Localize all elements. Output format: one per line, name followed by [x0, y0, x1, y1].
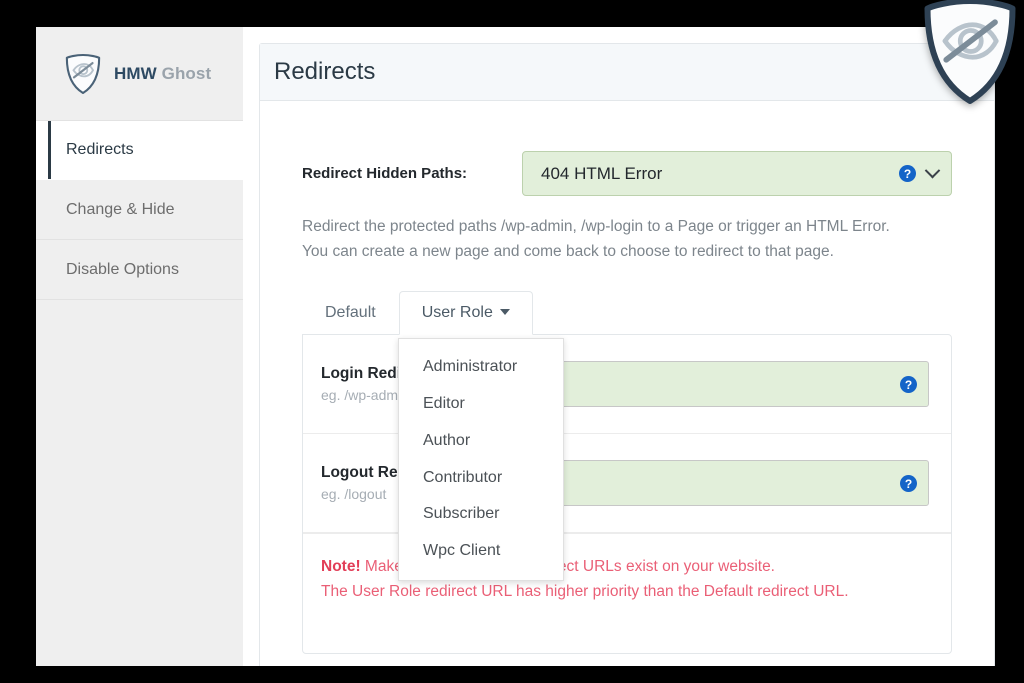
- card-body: Redirect Hidden Paths: 404 HTML Error ?: [260, 101, 994, 655]
- note-line-2: The User Role redirect URL has higher pr…: [321, 583, 849, 601]
- plugin-window: HMW Ghost Redirects Change & Hide Disabl…: [36, 27, 995, 666]
- dropdown-item-editor[interactable]: Editor: [399, 386, 563, 423]
- user-role-dropdown-menu: Administrator Editor Author Contributor …: [398, 338, 564, 581]
- logout-redirect-input[interactable]: [559, 460, 929, 507]
- sidebar-nav: Redirects Change & Hide Disable Options: [36, 120, 243, 300]
- tab-user-role-label: User Role: [421, 304, 493, 322]
- dropdown-item-subscriber[interactable]: Subscriber: [399, 496, 563, 533]
- main-content: Redirects Redirect Hidden Paths: 404 HTM…: [243, 27, 995, 666]
- brand-text: HMW Ghost: [114, 64, 211, 84]
- sidebar: HMW Ghost Redirects Change & Hide Disabl…: [36, 27, 243, 666]
- sidebar-item-redirects[interactable]: Redirects: [36, 120, 243, 180]
- brand-name-light: Ghost: [161, 63, 212, 83]
- dropdown-item-contributor[interactable]: Contributor: [399, 460, 563, 497]
- redirect-description-line-1: Redirect the protected paths /wp-admin, …: [302, 218, 890, 235]
- tabs: Default User Role: [302, 291, 952, 336]
- sidebar-item-label: Change & Hide: [66, 200, 175, 218]
- select-icons: ?: [899, 151, 941, 196]
- redirect-hidden-paths-select[interactable]: 404 HTML Error: [522, 151, 952, 196]
- dropdown-item-administrator[interactable]: Administrator: [399, 349, 563, 386]
- sidebar-item-change-and-hide[interactable]: Change & Hide: [36, 180, 243, 240]
- tab-user-role[interactable]: User Role: [398, 291, 533, 336]
- tab-default[interactable]: Default: [302, 291, 399, 335]
- chevron-down-icon[interactable]: [924, 162, 941, 179]
- tabs-wrap: Default User Role Login Redirect eg. /wp…: [302, 291, 952, 655]
- brand: HMW Ghost: [36, 27, 243, 120]
- screenshot-root: HMW Ghost Redirects Change & Hide Disabl…: [0, 0, 1024, 683]
- sidebar-item-label: Disable Options: [66, 260, 179, 278]
- shield-eye-off-icon: [64, 53, 102, 95]
- brand-name-strong: HMW: [114, 63, 157, 83]
- redirect-hidden-paths-value: 404 HTML Error: [541, 163, 663, 183]
- question-mark-icon[interactable]: ?: [899, 165, 916, 182]
- sidebar-item-disable-options[interactable]: Disable Options: [36, 240, 243, 300]
- redirect-description: Redirect the protected paths /wp-admin, …: [302, 214, 952, 264]
- tab-default-label: Default: [325, 304, 376, 322]
- login-redirect-input-wrap: ?: [559, 361, 929, 408]
- sidebar-item-label: Redirects: [66, 141, 134, 158]
- logout-redirect-input-wrap: ?: [559, 460, 929, 507]
- note-strong: Note!: [321, 558, 361, 576]
- redirects-card: Redirects Redirect Hidden Paths: 404 HTM…: [259, 43, 995, 666]
- redirect-hidden-paths-label: Redirect Hidden Paths:: [302, 165, 468, 182]
- dropdown-item-wpc-client[interactable]: Wpc Client: [399, 533, 563, 570]
- shield-eye-off-icon: [916, 0, 1024, 106]
- redirect-hidden-paths-select-wrap: 404 HTML Error ?: [522, 151, 952, 196]
- dropdown-item-author[interactable]: Author: [399, 423, 563, 460]
- page-title: Redirects: [274, 58, 376, 85]
- redirect-description-line-2: You can create a new page and come back …: [302, 243, 834, 261]
- caret-down-icon: [499, 309, 510, 316]
- login-redirect-input[interactable]: [559, 361, 929, 408]
- redirect-hidden-paths-row: Redirect Hidden Paths: 404 HTML Error ?: [302, 151, 952, 196]
- card-header: Redirects: [260, 44, 994, 101]
